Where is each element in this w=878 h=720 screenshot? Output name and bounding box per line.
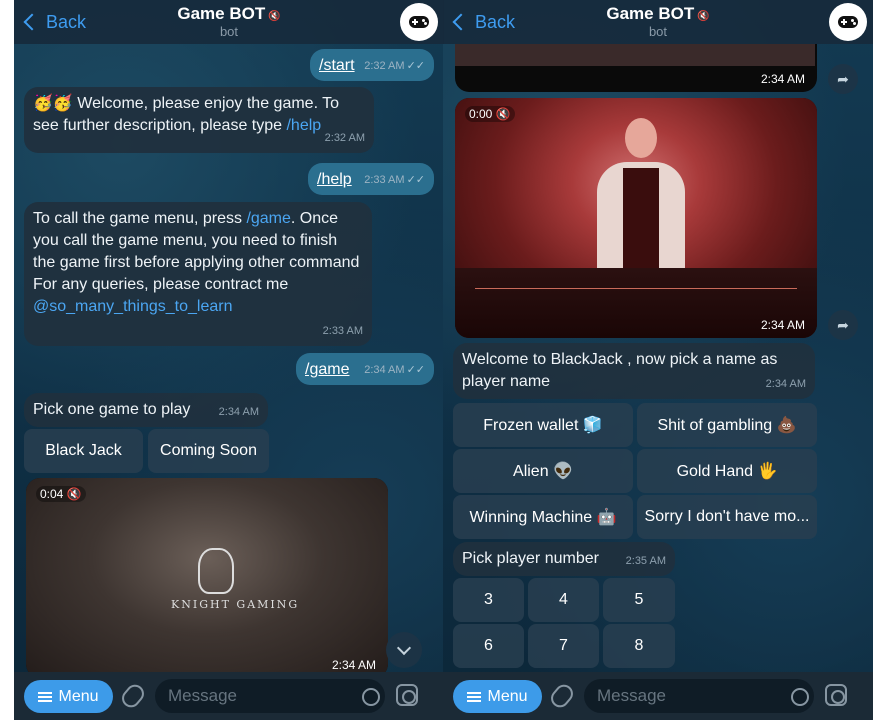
video-message-partial[interactable]: 2:34 AM — [455, 44, 817, 92]
video-duration: 0:04 🔇 — [36, 486, 86, 502]
menu-button[interactable]: Menu — [24, 680, 113, 713]
camera-icon[interactable] — [396, 684, 418, 706]
video-time: 2:34 AM — [760, 72, 805, 86]
mute-icon: 🔇 — [66, 487, 82, 501]
message-incoming: Pick one game to play 2:34 AM — [24, 393, 268, 427]
keyboard-button-6[interactable]: 6 — [453, 624, 524, 668]
message-text: To call the game menu, press — [33, 210, 247, 227]
video-thumbnail — [455, 44, 815, 66]
forward-icon[interactable]: ➦ — [828, 310, 858, 340]
message-time: 2:33 AM ✓✓ — [364, 174, 425, 186]
gamepad-icon — [838, 16, 858, 28]
video-time: 2:34 AM — [331, 658, 376, 672]
keyboard-button-5[interactable]: 5 — [603, 578, 675, 622]
chat-header: Back Game BOT 🔇 bot — [443, 0, 873, 44]
video-duration: 0:00 🔇 — [465, 106, 515, 122]
command-link[interactable]: /start — [319, 57, 355, 74]
paperclip-icon[interactable] — [118, 681, 148, 711]
keyboard-button-4[interactable]: 4 — [528, 578, 599, 622]
forward-icon[interactable]: ➦ — [828, 64, 858, 94]
video-message[interactable]: KNIGHT GAMING 0:04 🔇 2:34 AM — [26, 478, 388, 678]
sticker-icon[interactable] — [362, 688, 380, 706]
sticker-icon[interactable] — [791, 688, 809, 706]
message-text: Pick one game to play — [33, 401, 191, 418]
table-cards — [475, 288, 797, 328]
chevron-down-icon — [396, 640, 412, 655]
message-placeholder: Message — [597, 686, 666, 705]
message-time: 2:32 AM — [324, 132, 365, 144]
message-outgoing[interactable]: /help 2:33 AM ✓✓ — [308, 163, 434, 195]
keyboard-button-winning-machine[interactable]: Winning Machine 🤖 — [453, 495, 633, 539]
title-text: Game BOT — [606, 4, 695, 23]
hamburger-icon — [467, 691, 482, 702]
message-time: 2:34 AM — [765, 378, 806, 390]
keyboard-button-coming-soon[interactable]: Coming Soon — [148, 429, 269, 473]
game-link[interactable]: /game — [246, 210, 290, 227]
mute-icon: 🔇 — [697, 11, 710, 22]
keyboard-button-black-jack[interactable]: Black Jack — [24, 429, 143, 473]
keyboard-button-3[interactable]: 3 — [453, 578, 524, 622]
keyboard-button-sorry[interactable]: Sorry I don't have mo... — [637, 495, 817, 539]
bot-avatar[interactable] — [400, 3, 438, 41]
menu-label: Menu — [58, 687, 99, 705]
video-message[interactable]: 0:00 🔇 2:34 AM — [455, 98, 817, 338]
dealer-head — [625, 118, 657, 158]
composer-bar: Menu Message — [14, 672, 444, 720]
mute-icon: 🔇 — [495, 107, 511, 121]
message-incoming: Welcome to BlackJack , now pick a name a… — [453, 343, 815, 399]
message-time: 2:35 AM — [625, 555, 666, 567]
chat-subtitle: bot — [648, 24, 668, 39]
keyboard-button-frozen-wallet[interactable]: Frozen wallet 🧊 — [453, 403, 633, 447]
chat-title[interactable]: Game BOT 🔇 — [14, 4, 444, 24]
chat-screen-left: Back Game BOT 🔇 bot /start 2:32 AM ✓✓ 🥳🥳 W… — [14, 0, 444, 720]
message-incoming: Pick player number 2:35 AM — [453, 542, 675, 576]
help-link[interactable]: /help — [286, 117, 321, 134]
knight-logo — [198, 548, 234, 594]
keyboard-button-gold-hand[interactable]: Gold Hand 🖐 — [637, 449, 817, 493]
chat-header: Back Game BOT 🔇 bot — [14, 0, 444, 44]
composer-bar: Menu Message — [443, 672, 873, 720]
message-text: For any queries, please contract me — [33, 276, 289, 293]
title-text: Game BOT — [177, 4, 266, 23]
menu-label: Menu — [487, 687, 528, 705]
keyboard-button-shit-of-gambling[interactable]: Shit of gambling 💩 — [637, 403, 817, 447]
paperclip-icon[interactable] — [547, 681, 577, 711]
menu-button[interactable]: Menu — [453, 680, 542, 713]
message-input[interactable]: Message — [584, 679, 814, 713]
message-outgoing[interactable]: /game 2:34 AM ✓✓ — [296, 353, 434, 385]
chat-screen-right: Back Game BOT 🔇 bot 2:34 AM ➦ 0:00 🔇 2:34… — [443, 0, 873, 720]
message-incoming: To call the game menu, press /game. Once… — [24, 202, 372, 346]
camera-icon[interactable] — [825, 684, 847, 706]
gamepad-icon — [409, 16, 429, 28]
message-incoming: 🥳🥳 Welcome, please enjoy the game. To se… — [24, 87, 374, 153]
message-time: 2:32 AM ✓✓ — [364, 60, 425, 72]
hamburger-icon — [38, 691, 53, 702]
message-placeholder: Message — [168, 686, 237, 705]
bot-avatar[interactable] — [829, 3, 867, 41]
keyboard-button-8[interactable]: 8 — [603, 624, 675, 668]
knight-logo-text: KNIGHT GAMING — [171, 598, 300, 611]
chat-subtitle: bot — [219, 24, 239, 39]
message-time: 2:34 AM ✓✓ — [364, 364, 425, 376]
message-text: Welcome to BlackJack , now pick a name a… — [462, 351, 778, 390]
keyboard-button-7[interactable]: 7 — [528, 624, 599, 668]
command-link[interactable]: /game — [305, 361, 349, 378]
message-outgoing[interactable]: /start 2:32 AM ✓✓ — [310, 49, 434, 81]
scroll-down-button[interactable] — [386, 632, 422, 668]
message-time: 2:34 AM — [218, 406, 259, 418]
chat-title[interactable]: Game BOT 🔇 — [443, 4, 873, 24]
message-time: 2:33 AM — [322, 325, 363, 337]
message-input[interactable]: Message — [155, 679, 385, 713]
command-link[interactable]: /help — [317, 171, 352, 188]
video-time: 2:34 AM — [760, 318, 805, 332]
mention-link[interactable]: @so_many_things_to_learn — [33, 298, 232, 315]
message-text: Pick player number — [462, 550, 599, 567]
keyboard-button-alien[interactable]: Alien 👽 — [453, 449, 633, 493]
mute-icon: 🔇 — [268, 11, 281, 22]
